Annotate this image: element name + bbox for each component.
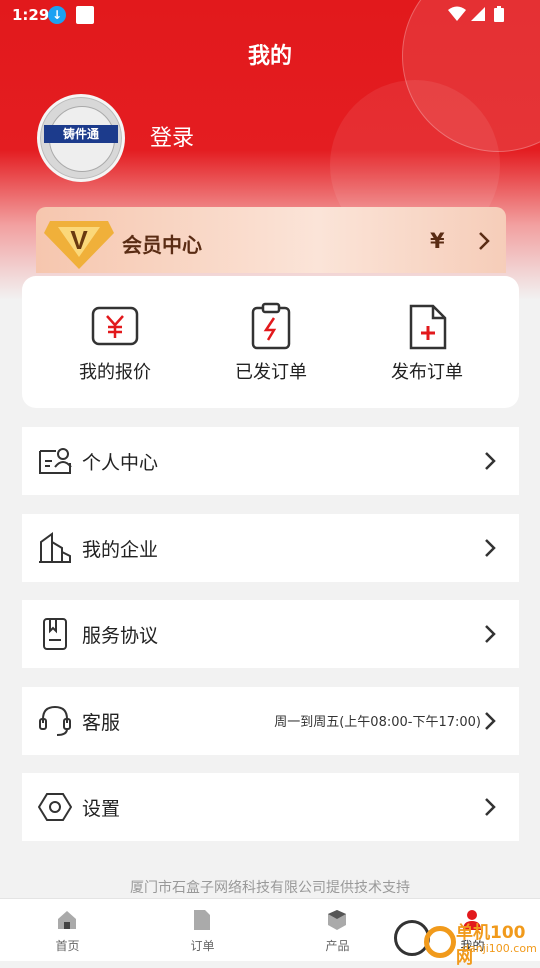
tab-label: 订单 — [190, 939, 215, 953]
menu-row-customer-service[interactable]: 客服 周一到周五(上午08:00-下午17:00) — [22, 687, 519, 755]
quick-action-label: 我的报价 — [79, 362, 151, 383]
home-icon — [58, 911, 76, 929]
chevron-right-icon — [485, 539, 496, 557]
menu-row-label: 客服 — [82, 712, 121, 734]
profile-card-icon — [39, 448, 72, 474]
yen-icon: ¥ — [430, 229, 445, 253]
menu-row-label: 个人中心 — [82, 452, 159, 474]
agreement-book-icon — [43, 618, 67, 650]
battery-icon — [494, 6, 504, 22]
menu-row-settings[interactable]: 设置 — [22, 773, 519, 841]
status-bar: 1:29 ↓ — [0, 0, 540, 30]
vip-diamond-icon: V — [44, 221, 114, 269]
tab-label: 首页 — [55, 939, 80, 953]
chevron-right-icon — [485, 625, 496, 643]
yen-bill-icon — [91, 306, 139, 346]
service-hours-text: 周一到周五(上午08:00-下午17:00) — [274, 715, 481, 730]
wifi-icon — [448, 6, 466, 21]
building-icon — [39, 532, 71, 563]
menu-row-service-agreement[interactable]: 服务协议 — [22, 600, 519, 668]
avatar[interactable]: 铸件通 — [37, 94, 125, 182]
signal-icon — [471, 7, 485, 21]
avatar-logo-text: 铸件通 — [44, 125, 118, 143]
tab-products[interactable]: 产品 — [270, 899, 405, 961]
watermark-logo: 单机100网 danji100.com — [390, 916, 540, 968]
login-link[interactable]: 登录 — [150, 120, 194, 152]
headset-icon — [39, 705, 71, 736]
menu-row-my-enterprise[interactable]: 我的企业 — [22, 514, 519, 582]
menu-row-personal-center[interactable]: 个人中心 — [22, 427, 519, 495]
watermark-ring-icon — [424, 926, 456, 958]
app-notification-icon — [76, 6, 94, 24]
quick-action-label: 发布订单 — [391, 362, 463, 383]
vip-title: 会员中心 — [122, 233, 202, 257]
quick-action-my-quotes[interactable]: 我的报价 — [32, 276, 198, 408]
download-icon: ↓ — [48, 6, 66, 24]
quick-action-label: 已发订单 — [235, 362, 307, 383]
settings-hexagon-icon — [38, 793, 72, 821]
clipboard-lightning-icon — [251, 302, 291, 350]
chevron-right-icon — [485, 798, 496, 816]
tab-label: 产品 — [325, 939, 350, 953]
quick-action-publish-order[interactable]: 发布订单 — [344, 276, 510, 408]
menu-row-label: 我的企业 — [82, 539, 159, 561]
quick-actions-card: 我的报价 已发订单 发布订单 — [22, 276, 519, 408]
product-box-icon — [328, 910, 346, 930]
chevron-right-icon — [479, 232, 490, 250]
tab-home[interactable]: 首页 — [0, 899, 135, 961]
chevron-right-icon — [485, 452, 496, 470]
watermark-url: danji100.com — [462, 942, 537, 955]
document-add-icon — [409, 304, 447, 350]
chevron-right-icon — [485, 712, 496, 730]
status-time: 1:29 — [12, 6, 50, 24]
menu-row-label: 服务协议 — [82, 625, 159, 647]
menu-row-label: 设置 — [82, 798, 121, 820]
page-title: 我的 — [247, 44, 292, 69]
tech-support-text: 厦门市石盒子网络科技有限公司提供技术支持 — [130, 880, 410, 896]
order-doc-icon — [194, 910, 210, 930]
vip-center-banner[interactable]: V 会员中心 ¥ — [36, 207, 506, 273]
svg-text:V: V — [70, 225, 88, 255]
tab-orders[interactable]: 订单 — [135, 899, 270, 961]
quick-action-sent-orders[interactable]: 已发订单 — [188, 276, 354, 408]
